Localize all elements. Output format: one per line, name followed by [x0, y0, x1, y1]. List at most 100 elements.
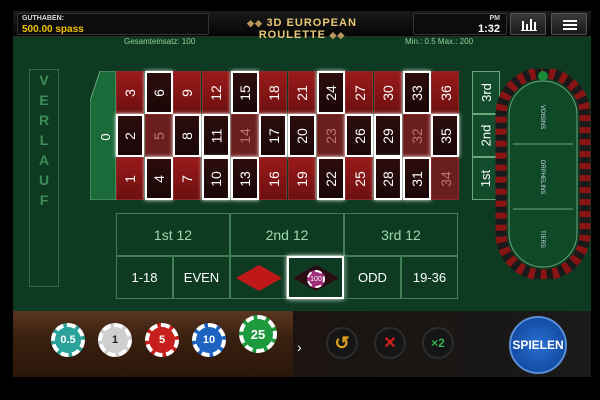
dozen-bet-1st[interactable]: 1st 12: [116, 213, 230, 256]
racetrack-voisins: VOISINS: [539, 105, 545, 129]
number-cell-12[interactable]: 12: [202, 71, 230, 114]
number-label: 36: [437, 84, 454, 101]
number-cell-23[interactable]: 23: [316, 114, 345, 157]
number-cell-9[interactable]: 9: [173, 71, 202, 114]
number-cell-19[interactable]: 19: [288, 157, 317, 200]
number-cell-22[interactable]: 22: [316, 157, 345, 200]
bottom-bar: 0.5 1 5 10 25 › ↺ ✕ ×2 SPIELEN: [13, 311, 591, 377]
column-label: 1st: [478, 169, 494, 188]
number-cell-3[interactable]: 3: [116, 71, 144, 114]
bet-19-36[interactable]: 19-36: [401, 256, 458, 299]
number-cell-7[interactable]: 7: [173, 157, 202, 200]
number-cell-34[interactable]: 34: [431, 157, 460, 200]
column-label: 2nd: [478, 124, 494, 147]
racetrack-zero: [538, 71, 548, 81]
number-label: 33: [408, 84, 425, 101]
number-cell-29[interactable]: 29: [374, 114, 403, 157]
chevron-right-icon[interactable]: ›: [297, 339, 302, 355]
chip-5[interactable]: 5: [145, 323, 179, 357]
number-cell-14[interactable]: 14: [230, 114, 259, 157]
dozen-bet-3rd[interactable]: 3rd 12: [344, 213, 458, 256]
number-cell-30[interactable]: 30: [374, 71, 403, 114]
chip-25[interactable]: 25: [239, 315, 277, 353]
chip-0.5[interactable]: 0.5: [51, 323, 85, 357]
bet-odd[interactable]: ODD: [344, 256, 401, 299]
number-cell-35[interactable]: 35: [431, 114, 460, 157]
undo-icon: ↺: [334, 332, 350, 353]
racetrack-tiers: TIERS: [539, 230, 545, 248]
number-cell-32[interactable]: 32: [402, 114, 431, 157]
number-cell-11[interactable]: 11: [202, 114, 230, 157]
zero-cell[interactable]: 0: [90, 71, 116, 200]
number-label: 9: [179, 88, 196, 97]
number-cell-13[interactable]: 13: [230, 157, 259, 200]
spin-button[interactable]: SPIELEN: [509, 316, 567, 374]
bet-even[interactable]: EVEN: [173, 256, 230, 299]
number-cell-18[interactable]: 18: [259, 71, 288, 114]
number-cell-15[interactable]: 15: [230, 71, 259, 114]
number-label: 14: [236, 127, 253, 144]
number-label: 13: [236, 170, 253, 187]
number-cell-21[interactable]: 21: [288, 71, 317, 114]
chip-10[interactable]: 10: [192, 323, 226, 357]
number-cell-17[interactable]: 17: [259, 114, 288, 157]
racetrack[interactable]: VOISINS ORPHELINS TIERS: [495, 69, 591, 279]
number-label: 8: [179, 131, 196, 140]
number-cell-4[interactable]: 4: [144, 157, 173, 200]
number-label: 16: [265, 170, 282, 187]
double-bets-button[interactable]: ×2: [422, 327, 454, 359]
red-diamond-icon: [235, 264, 282, 291]
number-label: 30: [380, 84, 397, 101]
number-label: 24: [322, 84, 339, 101]
clear-bets-button[interactable]: ✕: [374, 327, 406, 359]
number-label: 19: [294, 170, 311, 187]
number-label: 15: [236, 84, 253, 101]
number-label: 5: [150, 131, 167, 140]
repeat-bet-button[interactable]: ↺: [326, 327, 358, 359]
bet-black[interactable]: 100: [287, 256, 344, 299]
number-label: 21: [294, 84, 311, 101]
number-label: 18: [265, 84, 282, 101]
number-label: 17: [265, 127, 282, 144]
number-label: 26: [351, 127, 368, 144]
number-cell-20[interactable]: 20: [288, 114, 317, 157]
number-label: 11: [207, 128, 224, 143]
bet-1-18[interactable]: 1-18: [116, 256, 173, 299]
number-label: 1: [121, 174, 138, 183]
number-cell-24[interactable]: 24: [316, 71, 345, 114]
number-cell-16[interactable]: 16: [259, 157, 288, 200]
number-cell-36[interactable]: 36: [431, 71, 460, 114]
chip-1[interactable]: 1: [98, 323, 132, 357]
number-label: 27: [351, 84, 368, 101]
racetrack-orphelins: ORPHELINS: [539, 160, 545, 195]
number-cell-25[interactable]: 25: [345, 157, 374, 200]
number-label: 4: [150, 174, 167, 183]
number-label: 7: [179, 174, 196, 183]
number-cell-1[interactable]: 1: [116, 157, 144, 200]
number-cell-33[interactable]: 33: [402, 71, 431, 114]
number-cell-28[interactable]: 28: [374, 157, 403, 200]
number-label: 2: [121, 131, 138, 140]
bet-red[interactable]: [230, 256, 287, 299]
number-cell-8[interactable]: 8: [173, 114, 202, 157]
close-icon: ✕: [383, 335, 397, 352]
number-label: 3: [121, 88, 138, 97]
number-label: 6: [150, 88, 167, 97]
number-cell-2[interactable]: 2: [116, 114, 144, 157]
number-label: 22: [322, 170, 339, 187]
number-cell-27[interactable]: 27: [345, 71, 374, 114]
number-label: 25: [351, 170, 368, 187]
number-label: 23: [322, 127, 339, 144]
number-cell-10[interactable]: 10: [202, 157, 230, 200]
number-label: 35: [437, 127, 454, 144]
number-label: 29: [380, 127, 397, 144]
number-cell-31[interactable]: 31: [402, 157, 431, 200]
column-label: 3rd: [478, 83, 494, 102]
number-label: 28: [380, 170, 397, 187]
number-label: 34: [437, 170, 454, 187]
number-cell-5[interactable]: 5: [144, 114, 173, 157]
zero-label: 0: [98, 133, 113, 140]
number-cell-26[interactable]: 26: [345, 114, 374, 157]
dozen-bet-2nd[interactable]: 2nd 12: [230, 213, 344, 256]
number-cell-6[interactable]: 6: [144, 71, 173, 114]
